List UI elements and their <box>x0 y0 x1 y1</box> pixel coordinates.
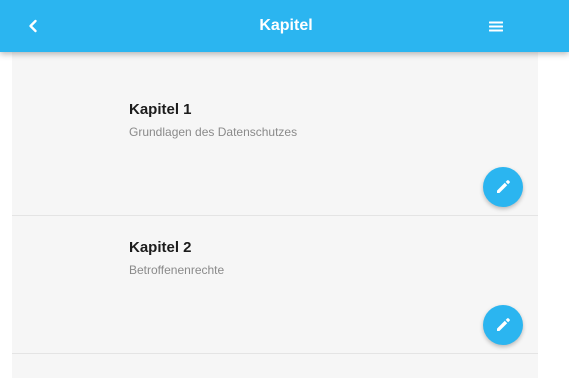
chapter-card[interactable]: Kapitel 2 Betroffenenrechte <box>12 217 538 354</box>
app-screen: Kapitel Kapitel 1 Grundlagen des Datensc… <box>0 0 569 378</box>
edit-chapter-button[interactable] <box>483 305 523 345</box>
chapter-title: Kapitel 2 <box>129 239 192 256</box>
back-button[interactable] <box>20 13 46 39</box>
chapter-list: Kapitel 1 Grundlagen des Datenschutzes K… <box>12 52 538 378</box>
chapter-card[interactable]: Kapitel 1 Grundlagen des Datenschutzes <box>12 79 538 216</box>
edit-chapter-button[interactable] <box>483 167 523 207</box>
chapter-subtitle: Grundlagen des Datenschutzes <box>129 125 298 139</box>
chapter-subtitle: Betroffenenrechte <box>129 263 225 277</box>
chevron-left-icon <box>29 19 37 33</box>
menu-button[interactable] <box>484 14 508 38</box>
pencil-icon <box>497 180 510 193</box>
hamburger-menu-icon <box>489 21 503 32</box>
chapter-title: Kapitel 1 <box>129 101 192 118</box>
pencil-icon <box>497 318 510 331</box>
app-header: Kapitel <box>0 0 569 52</box>
